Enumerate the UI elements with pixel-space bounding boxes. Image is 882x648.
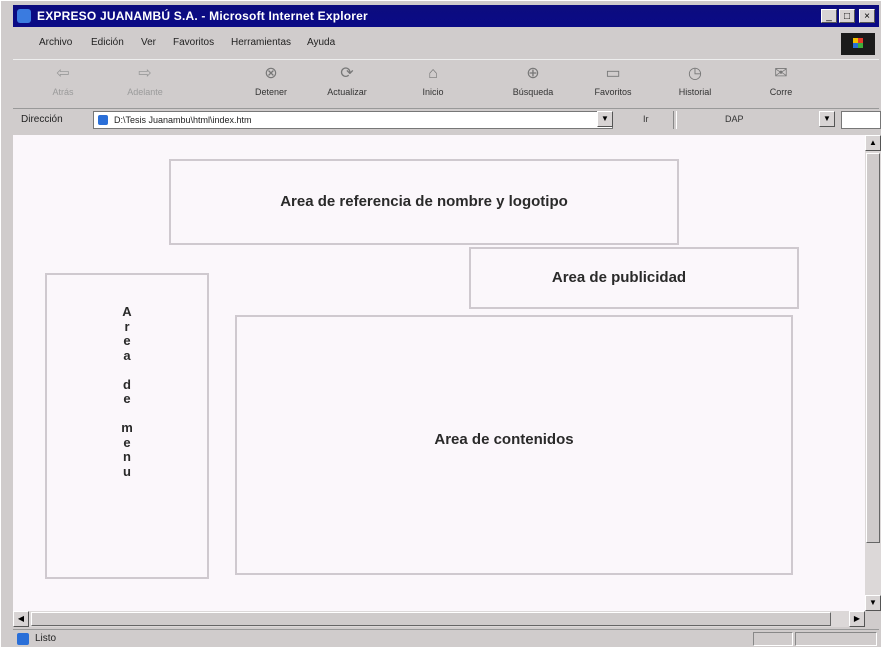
- scroll-down-button[interactable]: ▼: [865, 595, 881, 611]
- mail-icon: ✉: [774, 65, 788, 82]
- refresh-icon: ⟳: [340, 65, 354, 82]
- window-title: EXPRESO JUANAMBÚ S.A. - Microsoft Intern…: [37, 9, 368, 23]
- toolbar-separator: [673, 111, 677, 129]
- standard-toolbar: ⇦ Atrás ⇨ Adelante ⊗ Detener ⟳ Actualiza…: [13, 59, 879, 109]
- mail-button[interactable]: ✉ Corre: [749, 64, 813, 104]
- menu-edicion[interactable]: Edición: [91, 37, 124, 48]
- menu-ayuda[interactable]: Ayuda: [307, 37, 335, 48]
- logo-area-label: Area de referencia de nombre y logotipo: [280, 193, 568, 210]
- forward-arrow-icon: ⇨: [138, 65, 152, 82]
- menu-ver[interactable]: Ver: [141, 37, 156, 48]
- address-dropdown-button[interactable]: ▼: [597, 111, 613, 127]
- menu-herramientas[interactable]: Herramientas: [231, 37, 291, 48]
- vertical-scroll-thumb[interactable]: [866, 153, 880, 543]
- menu-archivo[interactable]: Archivo: [39, 37, 72, 48]
- search-label: Búsqueda: [512, 87, 554, 97]
- ads-area-label: Area de publicidad: [551, 269, 687, 286]
- status-text: Listo: [35, 633, 57, 644]
- content-area-label: Area de contenidos: [434, 431, 574, 448]
- back-button[interactable]: ⇦ Atrás: [31, 64, 95, 104]
- favorites-label: Favoritos: [594, 87, 632, 97]
- stop-icon: ⊗: [264, 65, 278, 82]
- horizontal-scroll-thumb[interactable]: [31, 612, 831, 626]
- search-button[interactable]: ⊕ Búsqueda: [501, 64, 565, 104]
- browser-window: EXPRESO JUANAMBÚ S.A. - Microsoft Intern…: [0, 0, 882, 648]
- home-icon: ⌂: [428, 65, 438, 82]
- back-label: Atrás: [52, 87, 74, 97]
- refresh-button[interactable]: ⟳ Actualizar: [315, 64, 379, 104]
- favorites-icon: ▭: [605, 65, 621, 82]
- zone-pane: [795, 632, 877, 646]
- menu-favoritos[interactable]: Favoritos: [173, 37, 214, 48]
- page-icon: [98, 115, 108, 125]
- ads-area: Area de publicidad: [469, 247, 799, 309]
- title-bar: EXPRESO JUANAMBÚ S.A. - Microsoft Intern…: [13, 5, 879, 27]
- history-label: Historial: [678, 87, 712, 97]
- back-arrow-icon: ⇦: [56, 65, 70, 82]
- scroll-up-button[interactable]: ▲: [865, 135, 881, 151]
- address-url: D:\Tesis Juanambu\html\index.htm: [114, 115, 252, 125]
- links-dropdown-button[interactable]: ▼: [819, 111, 835, 127]
- history-icon: ◷: [688, 65, 702, 82]
- stop-label: Detener: [254, 87, 288, 97]
- minimize-button[interactable]: _: [821, 9, 837, 23]
- status-bar: Listo: [13, 629, 879, 648]
- close-button[interactable]: ×: [859, 9, 875, 23]
- internet-explorer-icon: [17, 9, 31, 23]
- links-input[interactable]: [841, 111, 881, 129]
- refresh-label: Actualizar: [327, 87, 367, 97]
- menu-area-label: A r e a d e m e n u: [121, 304, 133, 479]
- mail-label: Corre: [769, 87, 793, 97]
- address-input[interactable]: D:\Tesis Juanambu\html\index.htm: [93, 111, 613, 129]
- windows-logo-icon: [841, 33, 875, 55]
- home-label: Inicio: [422, 87, 444, 97]
- dap-button[interactable]: DAP: [725, 114, 744, 124]
- stop-button[interactable]: ⊗ Detener: [239, 64, 303, 104]
- address-label: Dirección: [21, 114, 63, 125]
- scroll-left-button[interactable]: ◀: [13, 611, 29, 627]
- menu-area: A r e a d e m e n u: [45, 273, 209, 579]
- logo-area: Area de referencia de nombre y logotipo: [169, 159, 679, 245]
- home-button[interactable]: ⌂ Inicio: [401, 64, 465, 104]
- search-icon: ⊕: [526, 65, 540, 82]
- go-button[interactable]: Ir: [643, 114, 649, 124]
- content-area: Area de contenidos: [235, 315, 793, 575]
- favorites-button[interactable]: ▭ Favoritos: [581, 64, 645, 104]
- maximize-button[interactable]: □: [839, 9, 855, 23]
- forward-button[interactable]: ⇨ Adelante: [113, 64, 177, 104]
- scroll-right-button[interactable]: ▶: [849, 611, 865, 627]
- menu-bar: Archivo Edición Ver Favoritos Herramient…: [13, 33, 879, 55]
- history-button[interactable]: ◷ Historial: [663, 64, 727, 104]
- horizontal-scrollbar[interactable]: ◀ ▶: [13, 611, 865, 627]
- vertical-scrollbar[interactable]: ▲ ▼: [865, 135, 881, 611]
- page-content: Area de referencia de nombre y logotipo …: [13, 135, 865, 611]
- status-pane: [753, 632, 793, 646]
- forward-label: Adelante: [127, 87, 163, 97]
- page-status-icon: [17, 633, 29, 645]
- address-bar: Dirección D:\Tesis Juanambu\html\index.h…: [13, 109, 881, 131]
